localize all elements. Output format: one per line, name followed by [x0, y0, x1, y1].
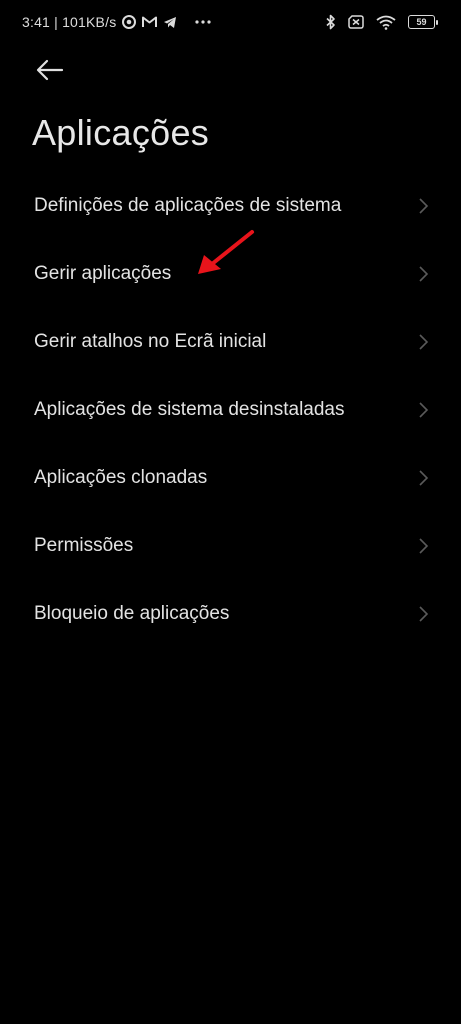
chevron-right-icon	[417, 265, 429, 283]
chevron-right-icon	[417, 333, 429, 351]
status-bar-right: 59	[326, 14, 438, 30]
chrome-icon	[122, 15, 137, 29]
chevron-right-icon	[417, 197, 429, 215]
chevron-right-icon	[417, 537, 429, 555]
back-arrow-icon	[36, 59, 64, 81]
telegram-icon	[163, 16, 177, 29]
battery-icon: 59	[408, 15, 438, 29]
menu-item-label: Aplicações clonadas	[34, 467, 208, 488]
menu-item-label: Permissões	[34, 535, 134, 556]
menu-item-app-lock[interactable]: Bloqueio de aplicações	[0, 580, 461, 648]
battery-level: 59	[416, 17, 427, 27]
status-time-speed: 3:41 | 101KB/s	[22, 14, 117, 30]
menu-item-cloned-apps[interactable]: Aplicações clonadas	[0, 444, 461, 512]
menu-item-label: Aplicações de sistema desinstaladas	[34, 399, 345, 420]
screen: 3:41 | 101KB/s 59 Aplicações Definições …	[0, 0, 461, 1024]
annotation-arrow-icon	[198, 230, 254, 274]
status-bar-left: 3:41 | 101KB/s	[22, 14, 211, 30]
menu-item-home-shortcuts[interactable]: Gerir atalhos no Ecrã inicial	[0, 308, 461, 376]
chevron-right-icon	[417, 401, 429, 419]
page-title: Aplicações	[32, 112, 210, 153]
menu-item-label: Gerir atalhos no Ecrã inicial	[34, 331, 267, 352]
gmail-icon	[142, 16, 158, 28]
no-sim-icon	[348, 15, 364, 29]
wifi-icon	[376, 15, 396, 30]
back-button[interactable]	[34, 56, 66, 84]
menu-item-label: Bloqueio de aplicações	[34, 603, 230, 624]
menu-item-label: Definições de aplicações de sistema	[34, 195, 342, 216]
chevron-right-icon	[417, 469, 429, 487]
menu-item-label: Gerir aplicações	[34, 263, 172, 284]
bluetooth-icon	[326, 14, 336, 30]
menu-item-permissions[interactable]: Permissões	[0, 512, 461, 580]
more-dots-icon	[195, 20, 211, 24]
chevron-right-icon	[417, 605, 429, 623]
status-bar: 3:41 | 101KB/s 59	[0, 0, 461, 44]
menu-item-uninstalled-system-apps[interactable]: Aplicações de sistema desinstaladas	[0, 376, 461, 444]
